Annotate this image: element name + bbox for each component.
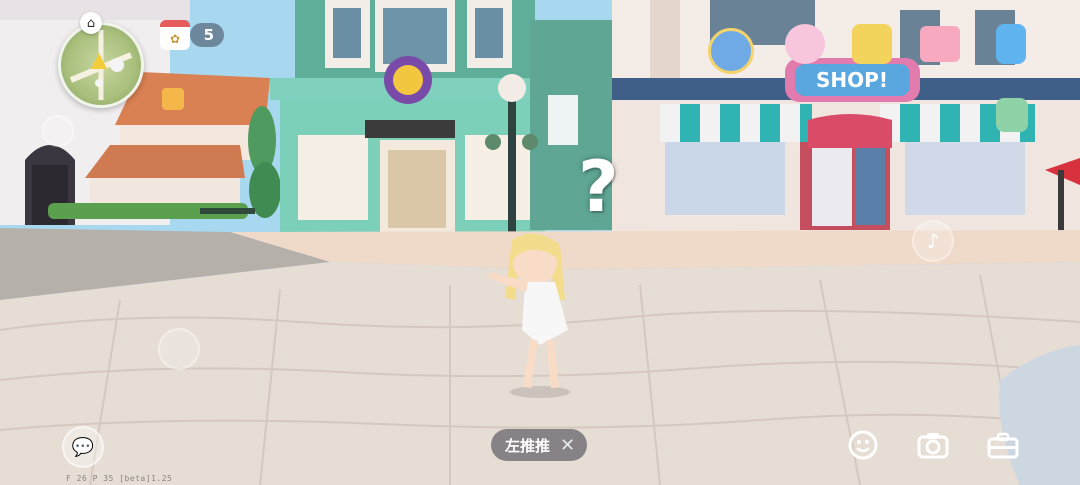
joystick[interactable] <box>158 328 200 370</box>
action-label: 左推推 <box>505 436 551 455</box>
calendar-icon[interactable]: ✿ <box>160 20 190 50</box>
phone-icon[interactable] <box>996 24 1026 64</box>
gift-icon[interactable] <box>852 24 892 64</box>
planet-icon[interactable] <box>708 28 754 74</box>
smiley-icon[interactable] <box>846 428 880 462</box>
shop-sign-text: SHOP! <box>816 68 888 92</box>
home-icon[interactable]: ⌂ <box>80 12 102 34</box>
day-counter: 5 <box>190 23 224 47</box>
action-pill[interactable]: 左推推 ✕ <box>491 429 588 461</box>
minimap[interactable] <box>58 22 144 108</box>
basket-icon[interactable] <box>920 26 960 62</box>
bench <box>200 208 255 214</box>
camera-icon[interactable] <box>916 428 950 462</box>
day-count-value: 5 <box>203 26 214 44</box>
left-ghost-button[interactable] <box>42 115 74 147</box>
chat-icon[interactable]: 💬 <box>62 426 104 468</box>
toolbox-icon[interactable] <box>986 428 1020 462</box>
debug-overlay: F 26 P 35 [beta]1.25 <box>66 474 173 483</box>
player-marker-icon <box>91 53 107 69</box>
dance-icon[interactable]: ♪ <box>912 220 954 262</box>
close-icon[interactable]: ✕ <box>560 435 575 456</box>
teal-shop-building <box>270 0 545 245</box>
backpack-icon[interactable] <box>996 98 1028 132</box>
event-icon[interactable] <box>785 24 825 64</box>
question-mark: ? <box>578 146 619 228</box>
